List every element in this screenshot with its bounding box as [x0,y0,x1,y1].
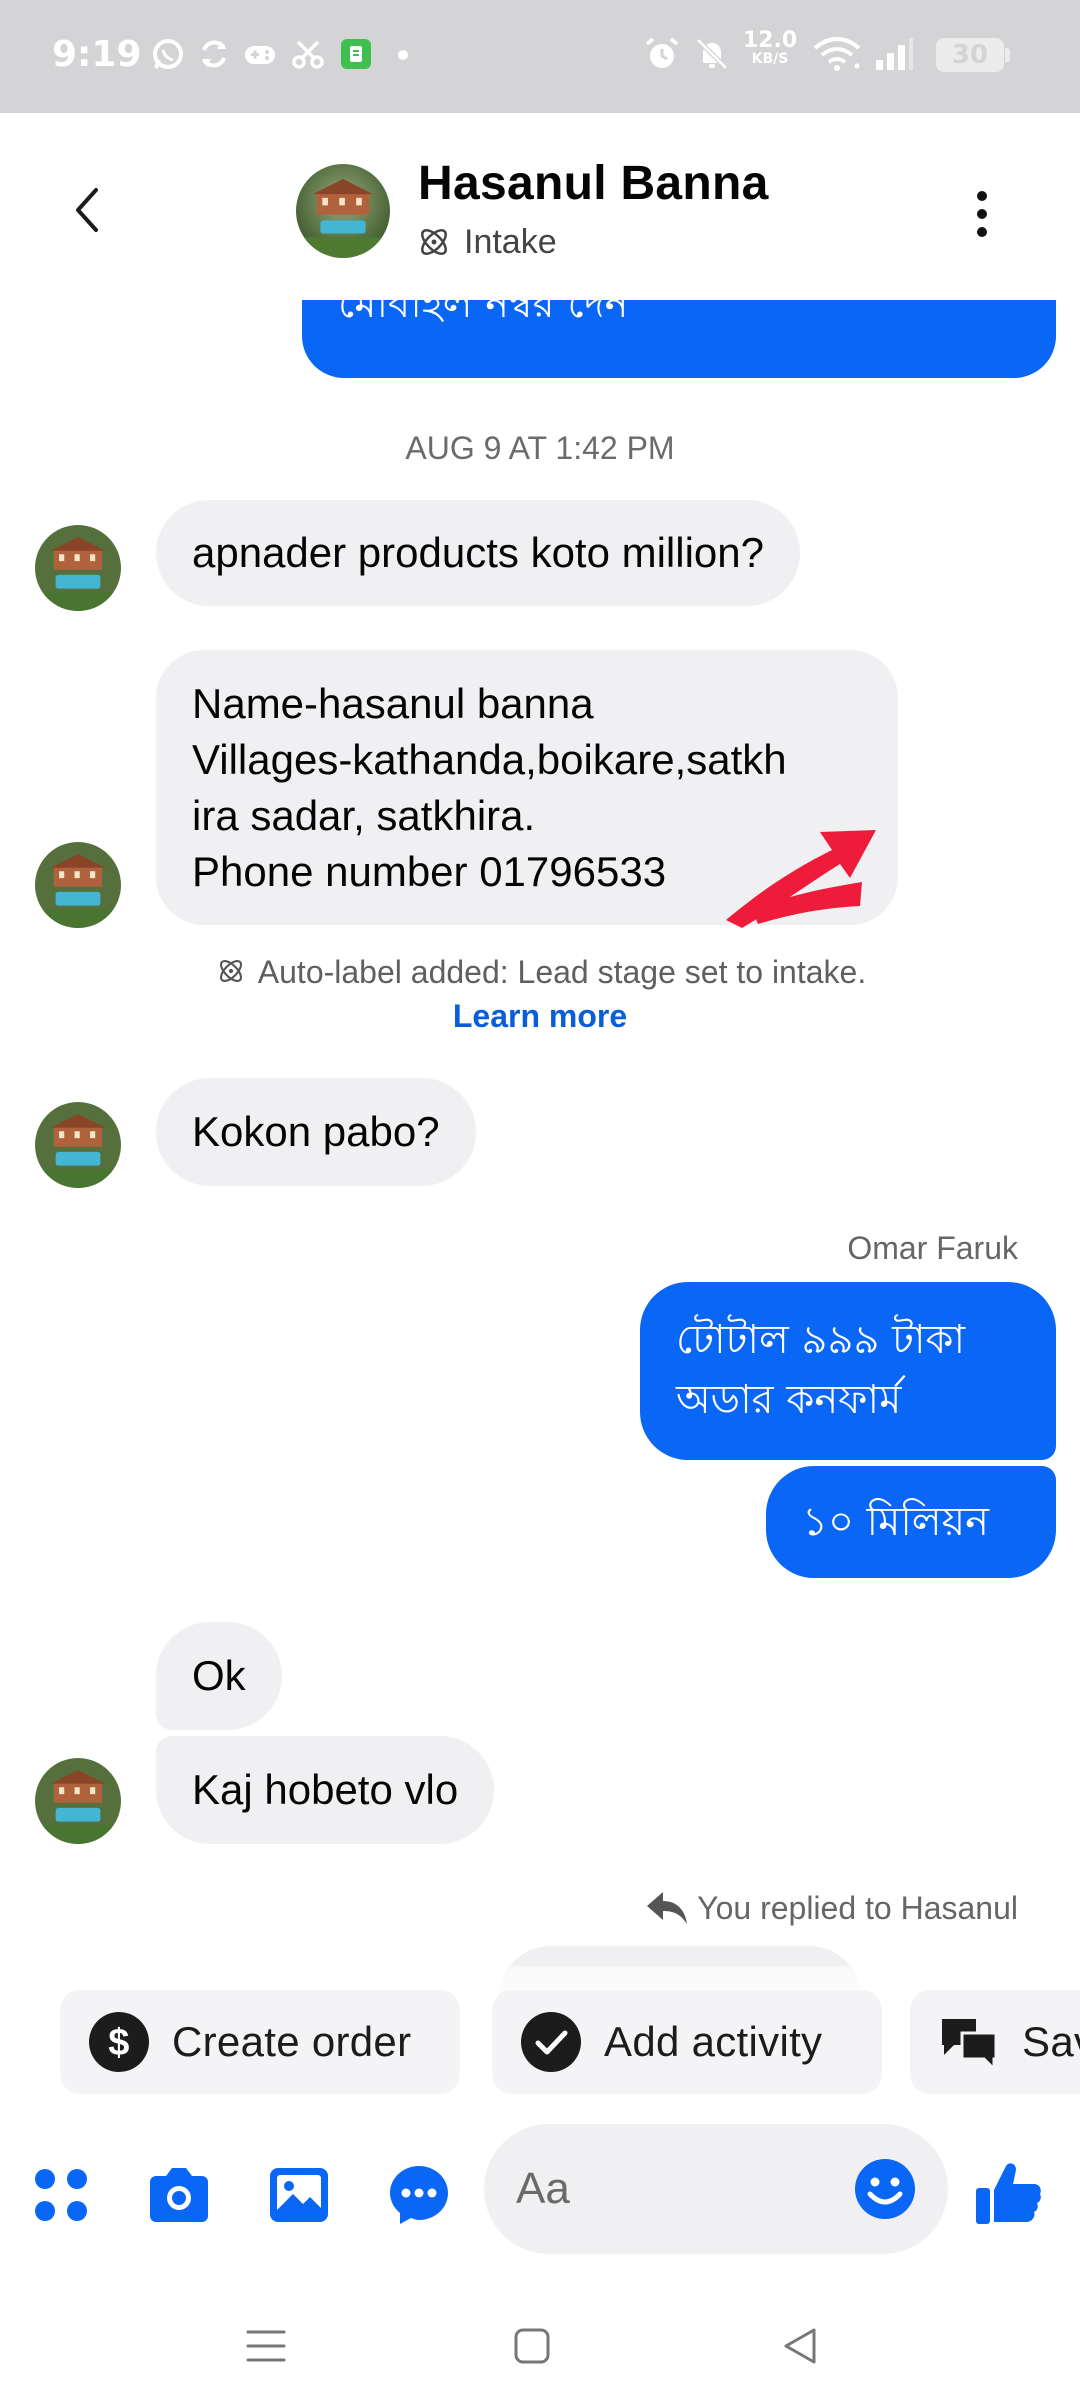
message-input[interactable] [516,2124,846,2254]
saved-replies-composer-button[interactable] [386,2162,452,2228]
incoming-message[interactable]: apnader products koto million? [156,500,801,606]
sender-avatar[interactable] [35,525,121,611]
network-speed: 12.0 KB/S [742,28,798,67]
svg-text:$: $ [108,2022,129,2064]
message-input-container [484,2124,948,2254]
smiley-icon [855,2159,915,2219]
sender-avatar[interactable] [35,1102,121,1188]
lead-stage-text: Intake [464,222,557,261]
outgoing-message[interactable]: টোটাল ৯৯৯ টাকা অডার কনফার্ম [640,1282,1056,1460]
dollar-icon: $ [88,2011,150,2073]
lead-stage-label[interactable]: Intake [414,222,557,262]
quick-actions-bar: $ Create order Add activity Sav [0,1966,1080,2116]
incoming-message[interactable]: Kokon pabo? [156,1078,476,1186]
contact-name[interactable]: Hasanul Banna [418,156,769,211]
incoming-message[interactable]: Ok [156,1622,282,1730]
sync-notification-icon [196,36,232,72]
gamepad-notification-icon [242,36,278,72]
kebab-menu-icon [977,191,987,237]
status-time: 9:19 [52,34,142,75]
camera-button[interactable] [146,2162,212,2228]
alarm-icon [644,36,680,72]
chat-ellipsis-icon [390,2166,448,2224]
square-icon [514,2328,550,2364]
battery-indicator: 30 [936,38,1010,72]
scissors-notification-icon [290,36,326,72]
like-button[interactable] [974,2158,1044,2228]
sender-avatar[interactable] [35,1758,121,1844]
atom-label-icon [219,959,242,983]
auto-label-notice: Auto-label added: Lead stage set to inta… [180,950,900,1038]
red-annotation-arrow [726,830,876,928]
menu-lines-icon [246,2330,286,2362]
saved-replies-button[interactable]: Sav [910,1990,1080,2094]
outgoing-message-partial[interactable]: মোবাইল নম্বর দেন [302,300,1056,378]
outgoing-message[interactable]: ১০ মিলিয়ন [766,1466,1056,1578]
incoming-message[interactable]: Kaj hobeto vlo [156,1736,495,1844]
system-navigation-bar [0,2290,1080,2400]
home-button[interactable] [508,2322,556,2370]
whatsapp-notification-icon [150,36,186,72]
chevron-left-icon [76,188,98,232]
emoji-button[interactable] [852,2156,918,2222]
reply-indicator: You replied to Hasanul [645,1888,1018,1928]
atom-label-icon [421,229,447,255]
recent-apps-button[interactable] [242,2322,290,2370]
grid-dots-icon [35,2169,87,2221]
reply-arrow-icon [647,1892,688,1924]
sender-avatar[interactable] [35,842,121,928]
more-notifications-dot [398,50,408,60]
image-icon [270,2168,328,2222]
system-back-button[interactable] [776,2322,824,2370]
camera-icon [150,2168,208,2222]
contact-avatar[interactable] [296,164,390,258]
more-options-button[interactable] [972,184,992,244]
cell-signal-icon [874,36,914,72]
status-bar: 9:19 12.0 KB/S 30 [0,0,1080,113]
app-notification-icon [338,36,374,72]
timestamp: AUG 9 AT 1:42 PM [405,430,675,466]
wifi-icon [812,36,862,72]
learn-more-link[interactable]: Learn more [453,998,627,1034]
create-order-button[interactable]: $ Create order [60,1990,460,2094]
triangle-back-icon [784,2328,816,2364]
menu-grid-button[interactable] [28,2162,94,2228]
check-circle-icon [520,2011,582,2073]
add-activity-button[interactable]: Add activity [492,1990,882,2094]
gallery-button[interactable] [266,2162,332,2228]
chat-bubbles-icon [938,2011,1000,2073]
back-button[interactable] [64,180,108,240]
mute-bell-icon [694,36,730,72]
sender-name: Omar Faruk [847,1230,1018,1266]
thumbs-up-icon [976,2163,1041,2224]
